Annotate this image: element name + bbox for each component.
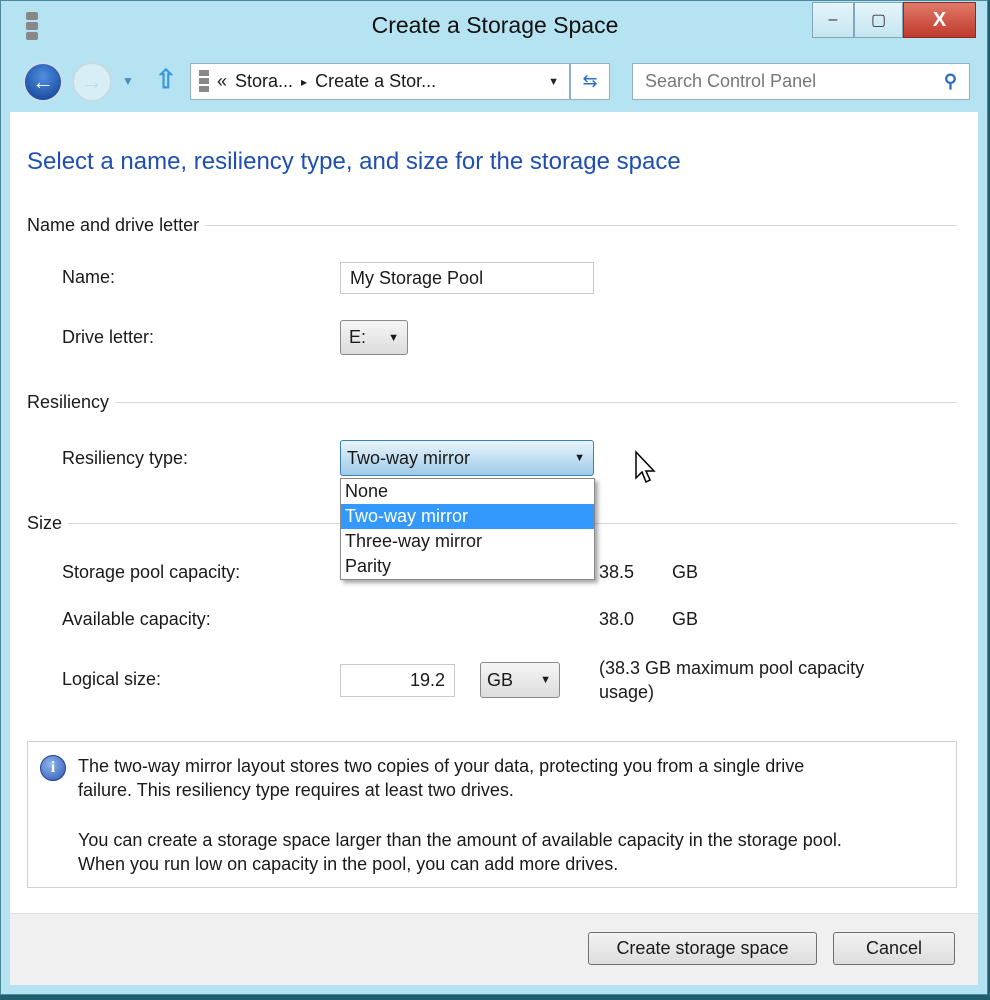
name-input[interactable]: My Storage Pool <box>340 262 594 294</box>
address-dropdown-icon[interactable]: ▼ <box>548 76 559 88</box>
info-text-p1-line1: The two-way mirror layout stores two cop… <box>78 756 805 776</box>
info-text-p2-line1: You can create a storage space larger th… <box>78 830 842 850</box>
back-arrow-icon: ← <box>32 69 54 94</box>
available-capacity-value: 38.0 <box>599 609 635 629</box>
close-button[interactable]: X <box>903 2 976 38</box>
logical-size-unit-select[interactable]: GB ▼ <box>480 662 560 698</box>
resiliency-options-list: None Two-way mirror Three-way mirror Par… <box>340 478 595 580</box>
page-heading: Select a name, resiliency type, and size… <box>27 148 681 175</box>
storage-icon <box>199 69 209 94</box>
section-title: Resiliency <box>27 392 110 412</box>
forward-arrow-icon: → <box>81 69 103 94</box>
breadcrumb-prefix[interactable]: « <box>217 71 227 92</box>
resiliency-type-label: Resiliency type: <box>62 448 189 468</box>
logical-size-label: Logical size: <box>62 669 162 689</box>
section-title: Size <box>27 513 63 533</box>
max-capacity-note-line1: (38.3 GB maximum pool capacity <box>599 658 865 678</box>
pool-capacity-unit: GB <box>672 562 699 582</box>
chevron-down-icon: ▼ <box>540 674 551 686</box>
refresh-icon: ⇆ <box>582 71 598 91</box>
minimize-button[interactable]: – <box>812 2 854 38</box>
info-text-p2-line2: When you run low on capacity in the pool… <box>78 854 619 874</box>
available-capacity-unit: GB <box>672 609 699 629</box>
resiliency-selected-value: Two-way mirror <box>347 447 471 468</box>
option-two-way-mirror[interactable]: Two-way mirror <box>341 504 594 529</box>
name-label: Name: <box>62 267 116 287</box>
refresh-button[interactable]: ⇆ <box>570 63 610 100</box>
resiliency-type-select[interactable]: Two-way mirror ▼ <box>340 440 594 476</box>
option-none[interactable]: None <box>341 479 594 504</box>
pool-capacity-value: 38.5 <box>599 562 635 582</box>
mouse-cursor-icon <box>635 450 656 484</box>
up-arrow-icon[interactable]: ⇧ <box>155 64 177 95</box>
cancel-button[interactable]: Cancel <box>833 932 955 965</box>
pool-capacity-label: Storage pool capacity: <box>62 562 241 582</box>
forward-button[interactable]: → <box>72 62 112 102</box>
chevron-down-icon: ▼ <box>388 331 399 344</box>
section-title: Name and drive letter <box>27 215 200 235</box>
drive-letter-select[interactable]: E: ▼ <box>340 320 408 355</box>
available-capacity-label: Available capacity: <box>62 609 211 629</box>
chevron-down-icon: ▼ <box>574 452 585 464</box>
breadcrumb-storage[interactable]: Stora... <box>235 71 293 92</box>
info-text-p1-line2: failure. This resiliency type requires a… <box>78 780 514 800</box>
search-placeholder: Search Control Panel <box>645 71 817 91</box>
max-capacity-note-line2: usage) <box>599 682 655 702</box>
maximize-button[interactable]: ▢ <box>854 2 903 38</box>
section-resiliency: Resiliency <box>27 392 957 413</box>
logical-size-input[interactable]: 19.2 <box>340 664 455 697</box>
unit-value: GB <box>487 669 514 690</box>
back-button[interactable]: ← <box>23 62 63 102</box>
search-icon[interactable]: ⚲ <box>944 71 957 92</box>
create-storage-space-button[interactable]: Create storage space <box>588 932 817 965</box>
search-input[interactable]: Search Control Panel ⚲ <box>632 63 970 100</box>
option-parity[interactable]: Parity <box>341 554 594 579</box>
drive-letter-label: Drive letter: <box>62 327 155 347</box>
breadcrumb-create[interactable]: Create a Stor... <box>315 71 436 92</box>
recent-pages-dropdown-icon[interactable]: ▼ <box>122 74 134 88</box>
option-three-way-mirror[interactable]: Three-way mirror <box>341 529 594 554</box>
drive-letter-value: E: <box>349 327 367 347</box>
info-icon: i <box>40 755 66 781</box>
address-bar[interactable]: « Stora... ▸ Create a Stor... ▼ <box>190 63 570 100</box>
section-name-drive: Name and drive letter <box>27 215 957 236</box>
breadcrumb-separator[interactable]: ▸ <box>301 75 307 89</box>
